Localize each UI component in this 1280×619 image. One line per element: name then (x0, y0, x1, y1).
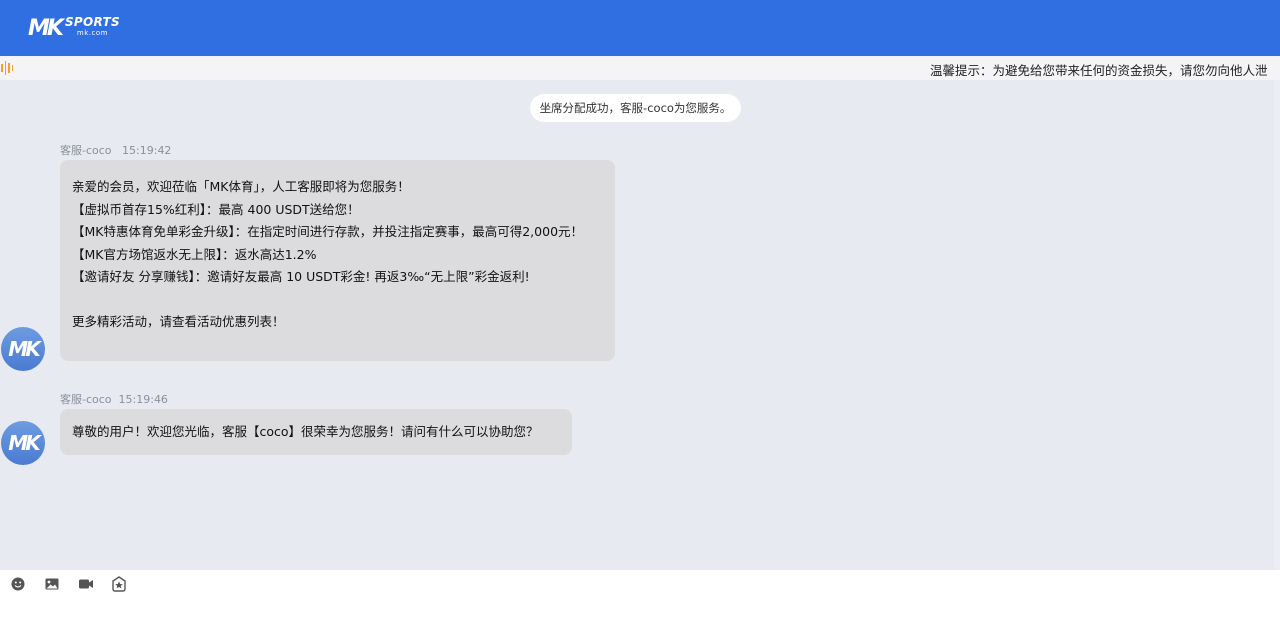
message-input[interactable] (0, 600, 1280, 619)
message-bubble: 尊敬的用户！欢迎您光临，客服【coco】很荣幸为您服务！请问有什么可以协助您？ (60, 409, 572, 455)
notice-bar: 温馨提示：为避免给您带来任何的资金损失，请您勿向他人泄 (0, 56, 1280, 80)
message-line: 【虚拟币首存15%红利】：最高 400 USDT送给您！ (72, 201, 360, 217)
chat-message-area[interactable]: 坐席分配成功，客服-coco为您服务。 客服-coco 15:19:42 MK … (0, 80, 1274, 570)
message-time: 15:19:46 (118, 393, 168, 406)
evaluate-icon[interactable] (111, 576, 127, 592)
agent-avatar: MK (1, 421, 45, 465)
message-time: 15:19:42 (122, 144, 172, 157)
message-line: 【MK特惠体育免单彩金升级】：在指定时间进行存款，并投注指定赛事，最高可得2,0… (72, 224, 584, 239)
logo-mk-text: MK (28, 16, 64, 41)
brand-logo[interactable]: MK SPORTS mk.com (28, 16, 120, 42)
message-line: 亲爱的会员，欢迎莅临「MK体育」，人工客服即将为您服务！ (72, 179, 410, 194)
logo-sports-text: SPORTS (64, 15, 120, 29)
input-toolbar (0, 570, 1280, 619)
message-line: 【MK官方场馆返水无上限】：返水高达1.2% (72, 246, 317, 262)
logo-domain-text: mk.com (76, 29, 108, 37)
message-line: 【邀请好友 分享赚钱】：邀请好友最高 10 USDT彩金! 再返3‰“无上限”彩… (72, 269, 530, 284)
header-bar: MK SPORTS mk.com (0, 0, 1280, 56)
system-message: 坐席分配成功，客服-coco为您服务。 (530, 94, 741, 122)
sound-wave-icon (1, 61, 13, 75)
message-bubble: 亲爱的会员，欢迎莅临「MK体育」，人工客服即将为您服务！ 【虚拟币首存15%红利… (60, 160, 615, 361)
video-icon[interactable] (78, 576, 94, 592)
sender-name: 客服-coco (60, 393, 112, 406)
agent-avatar: MK (1, 327, 45, 371)
message-meta: 客服-coco 15:19:46 (60, 391, 168, 407)
message-meta: 客服-coco 15:19:42 (60, 142, 171, 158)
sender-name: 客服-coco (60, 144, 112, 157)
emoji-icon[interactable] (10, 576, 26, 592)
chat-scrollbar[interactable] (1274, 80, 1280, 570)
message-line (72, 289, 603, 312)
image-icon[interactable] (44, 576, 60, 592)
notice-marquee-text: 温馨提示：为避免给您带来任何的资金损失，请您勿向他人泄 (930, 63, 1268, 78)
message-line: 更多精彩活动，请查看活动优惠列表！ (72, 314, 285, 329)
